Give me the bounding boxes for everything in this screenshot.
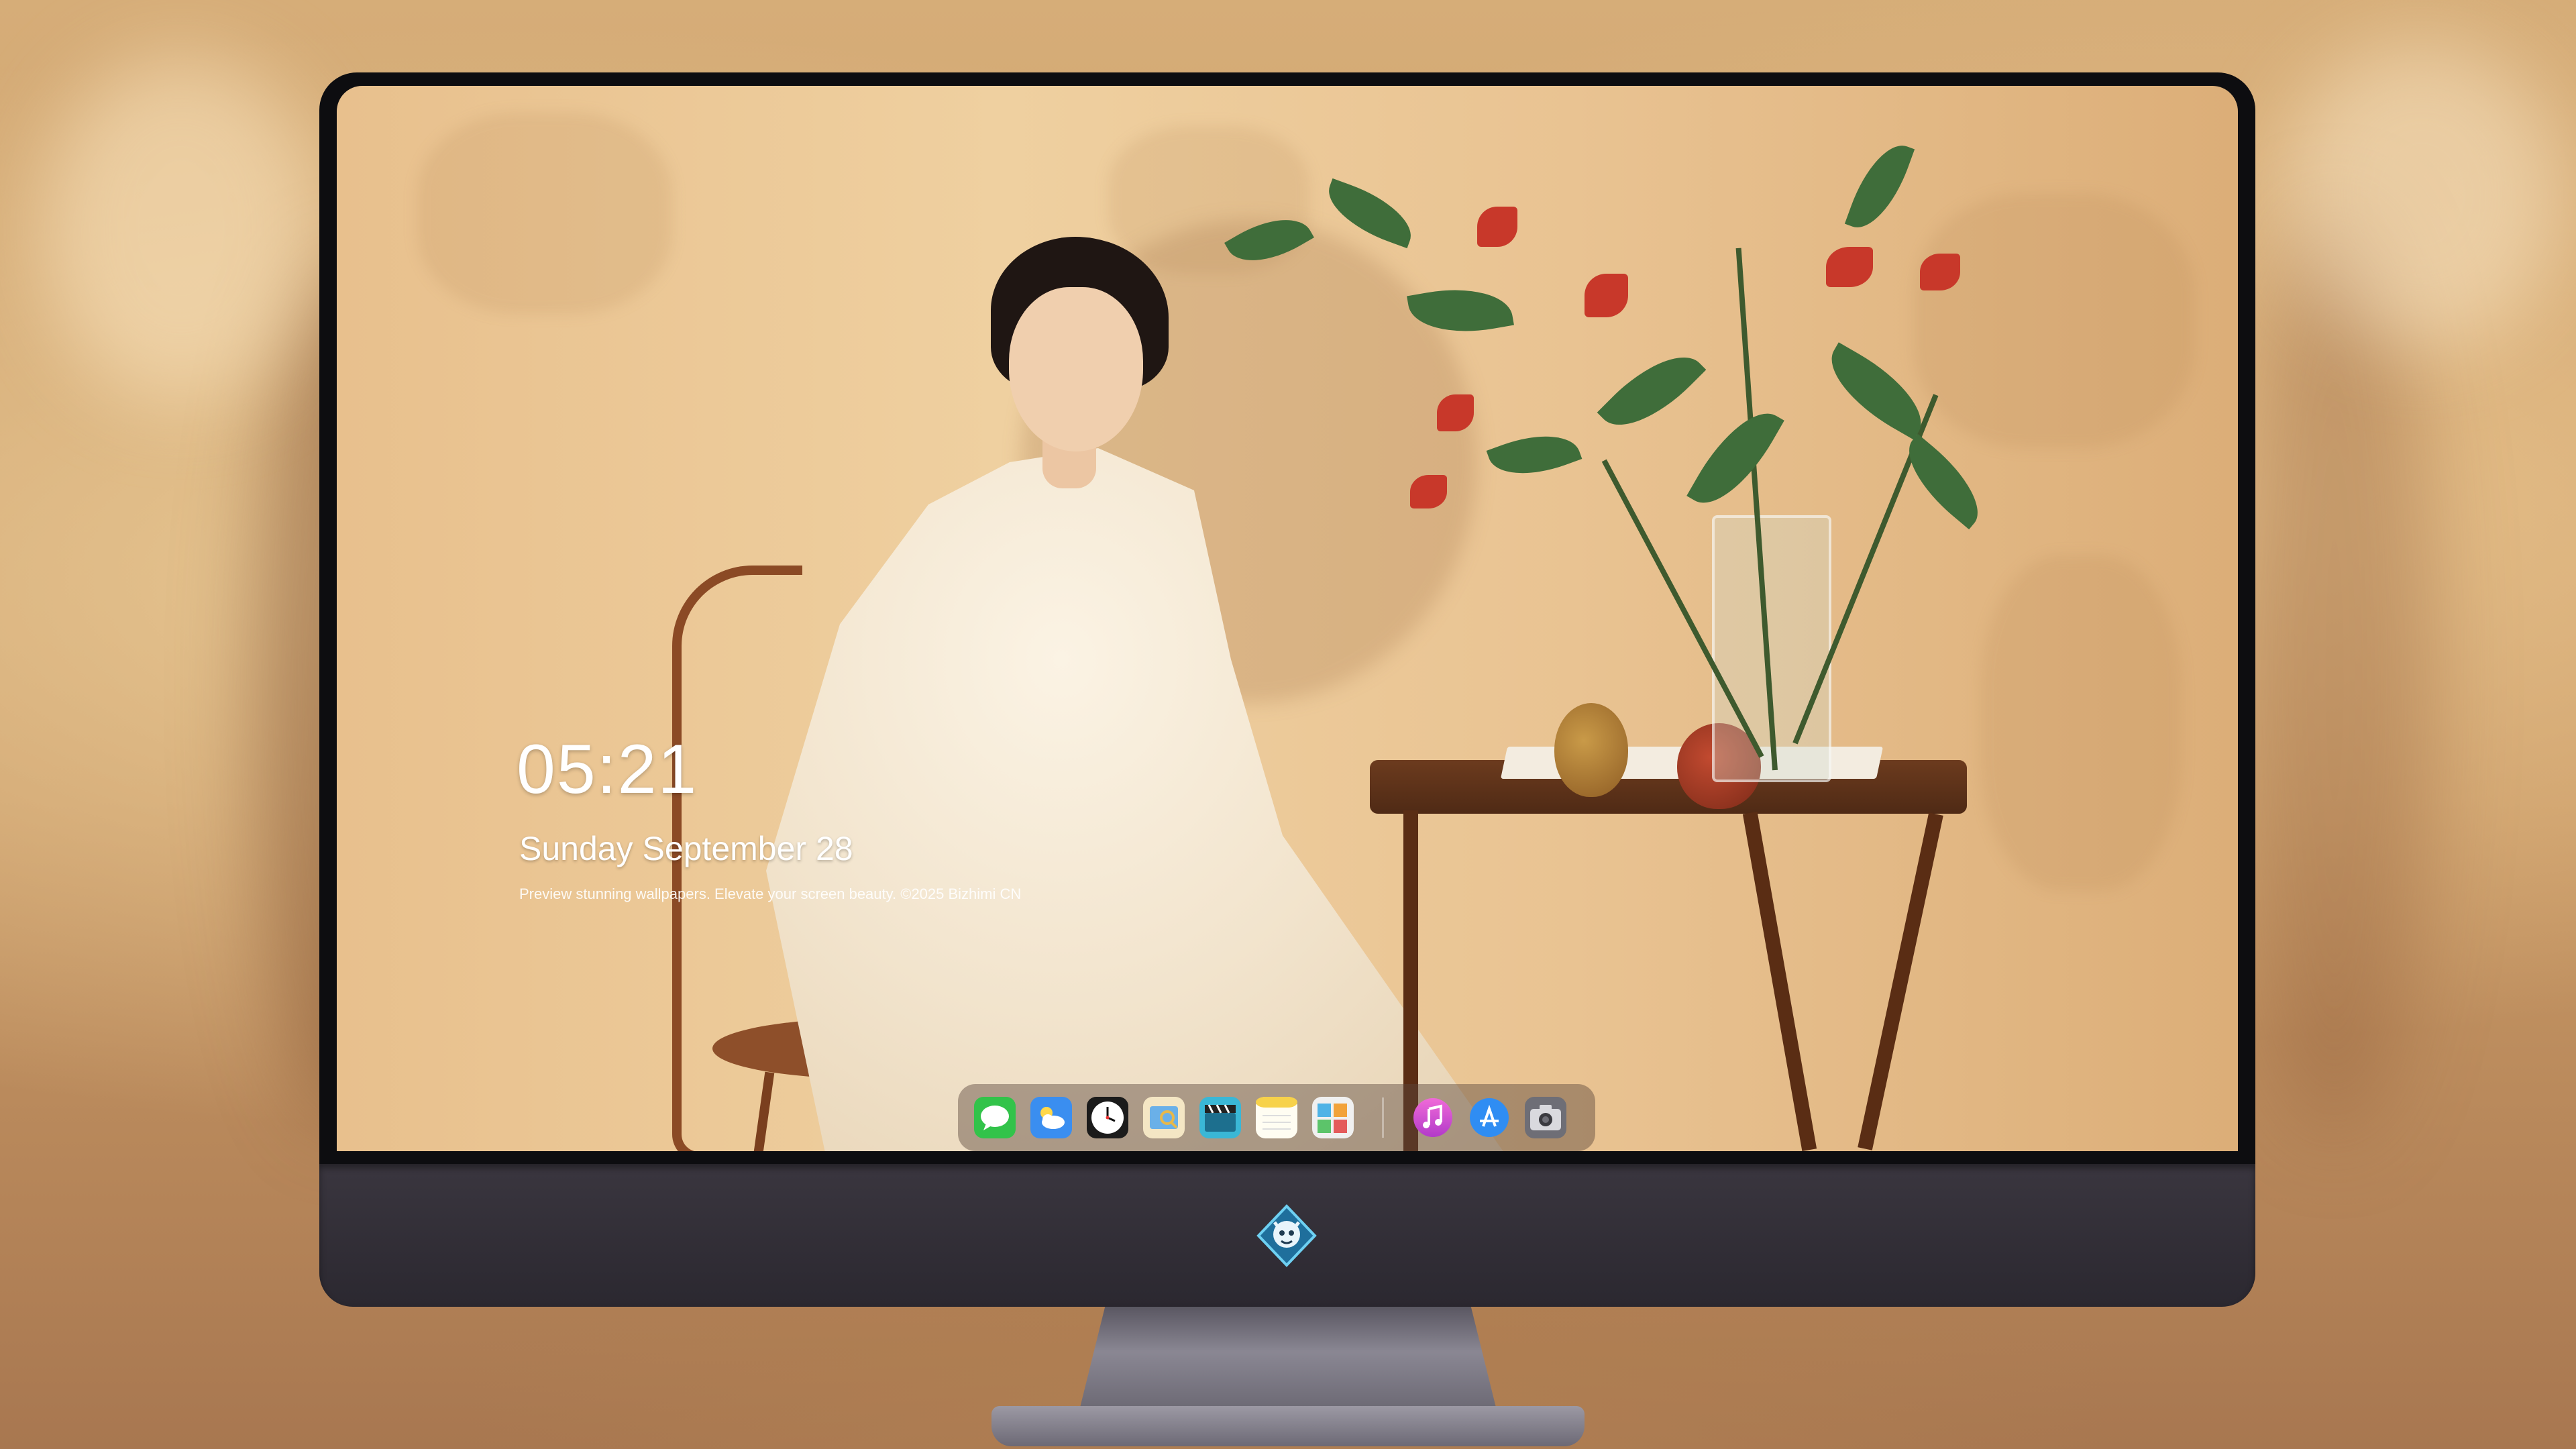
notes-icon [1256, 1097, 1297, 1138]
person-face [1009, 287, 1143, 451]
leaf [1486, 421, 1582, 489]
camera-icon [1525, 1097, 1566, 1138]
table-leg [1858, 812, 1943, 1150]
wallpaper-tagline: Preview stunning wallpapers. Elevate you… [519, 885, 1022, 902]
table-leg [1742, 811, 1817, 1151]
clapperboard-icon [1199, 1097, 1241, 1138]
brand-logo-icon [1256, 1204, 1317, 1267]
dock-app-notes[interactable] [1256, 1097, 1297, 1138]
leaf [1892, 433, 1995, 530]
dock-app-clock[interactable] [1087, 1097, 1128, 1138]
lily-flower [1437, 394, 1474, 431]
dock-app-messages[interactable] [974, 1097, 1016, 1138]
dock-separator [1382, 1097, 1384, 1138]
monitor-bezel: 05:21 Sunday September 28 Preview stunni… [319, 72, 2255, 1164]
dock-app-photos[interactable] [1312, 1097, 1354, 1138]
lily-flower [1920, 254, 1960, 290]
music-note-icon [1413, 1098, 1452, 1137]
dock-app-camera[interactable] [1525, 1097, 1566, 1138]
lock-screen-date: Sunday September 28 [519, 830, 853, 867]
leaf-shadow [1980, 555, 2182, 891]
preview-icon [1143, 1097, 1185, 1138]
dock [958, 1084, 1595, 1151]
message-bubble-icon [974, 1097, 1016, 1138]
dock-app-final-cut[interactable] [1199, 1097, 1241, 1138]
clock-icon [1087, 1097, 1128, 1138]
lily-flower [1477, 207, 1517, 247]
lock-screen-clock: 05:21 [517, 731, 698, 808]
cloud-sun-icon [1030, 1097, 1072, 1138]
leaf [1597, 336, 1707, 446]
dock-app-preview[interactable] [1143, 1097, 1185, 1138]
background-blur-shape [2281, 40, 2563, 349]
pear [1554, 703, 1628, 797]
monitor-stand-base [991, 1406, 1585, 1446]
leaf-shadow [1913, 193, 2195, 448]
lily-flower [1585, 274, 1628, 317]
leaf [1844, 135, 1915, 238]
leaf-shadow [417, 113, 672, 314]
dock-app-weather[interactable] [1030, 1097, 1072, 1138]
leaf [1686, 396, 1784, 520]
blurred-background: 05:21 Sunday September 28 Preview stunni… [0, 0, 2576, 1449]
lily-flower [1410, 475, 1447, 508]
dock-app-app-store[interactable] [1468, 1097, 1510, 1138]
monitor: 05:21 Sunday September 28 Preview stunni… [319, 72, 2255, 1307]
lily-flower [1826, 247, 1873, 287]
monitor-stand [1080, 1307, 1496, 1407]
dock-app-music[interactable] [1412, 1097, 1454, 1138]
photos-icon [1312, 1097, 1354, 1138]
monitor-chin [319, 1164, 2255, 1307]
desktop-screen[interactable]: 05:21 Sunday September 28 Preview stunni… [337, 86, 2238, 1151]
background-blur-shape [40, 54, 322, 402]
app-store-icon [1470, 1098, 1509, 1137]
